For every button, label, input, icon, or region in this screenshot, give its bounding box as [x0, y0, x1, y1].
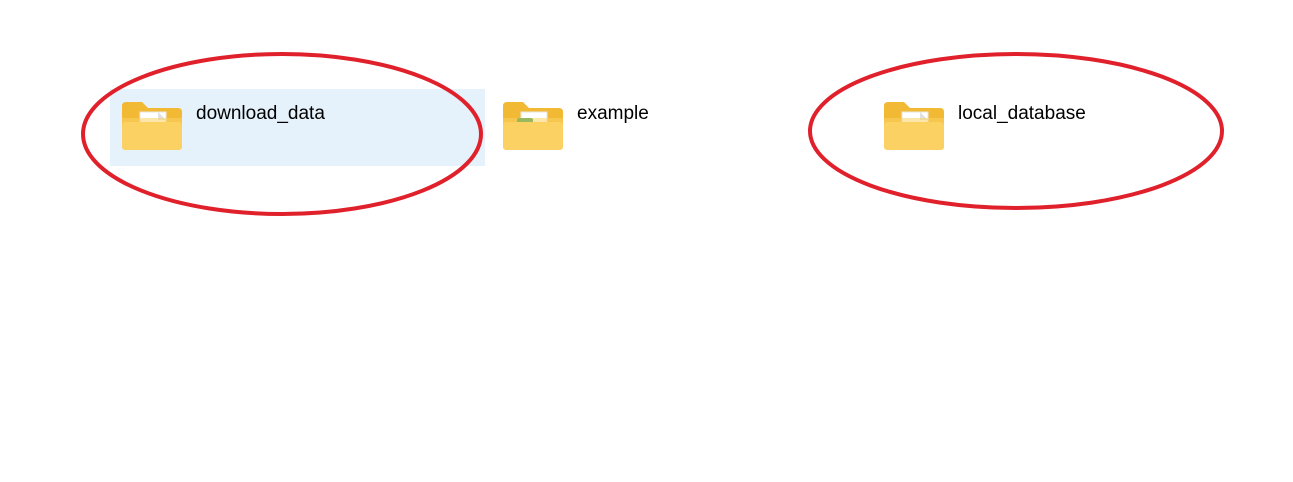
folder-spreadsheet-icon: S: [503, 102, 563, 150]
file-name-label: download_data: [196, 103, 325, 124]
file-item-download-data[interactable]: download_data: [110, 89, 485, 166]
folder-icon: [884, 102, 944, 150]
annotation-layer: [81, 52, 1224, 216]
file-name-label: local_database: [958, 103, 1086, 124]
file-name-label: example: [577, 103, 649, 124]
file-item-example[interactable]: S example: [491, 89, 866, 166]
folder-icon: [122, 102, 182, 150]
file-item-local-database[interactable]: local_database: [872, 89, 1247, 166]
